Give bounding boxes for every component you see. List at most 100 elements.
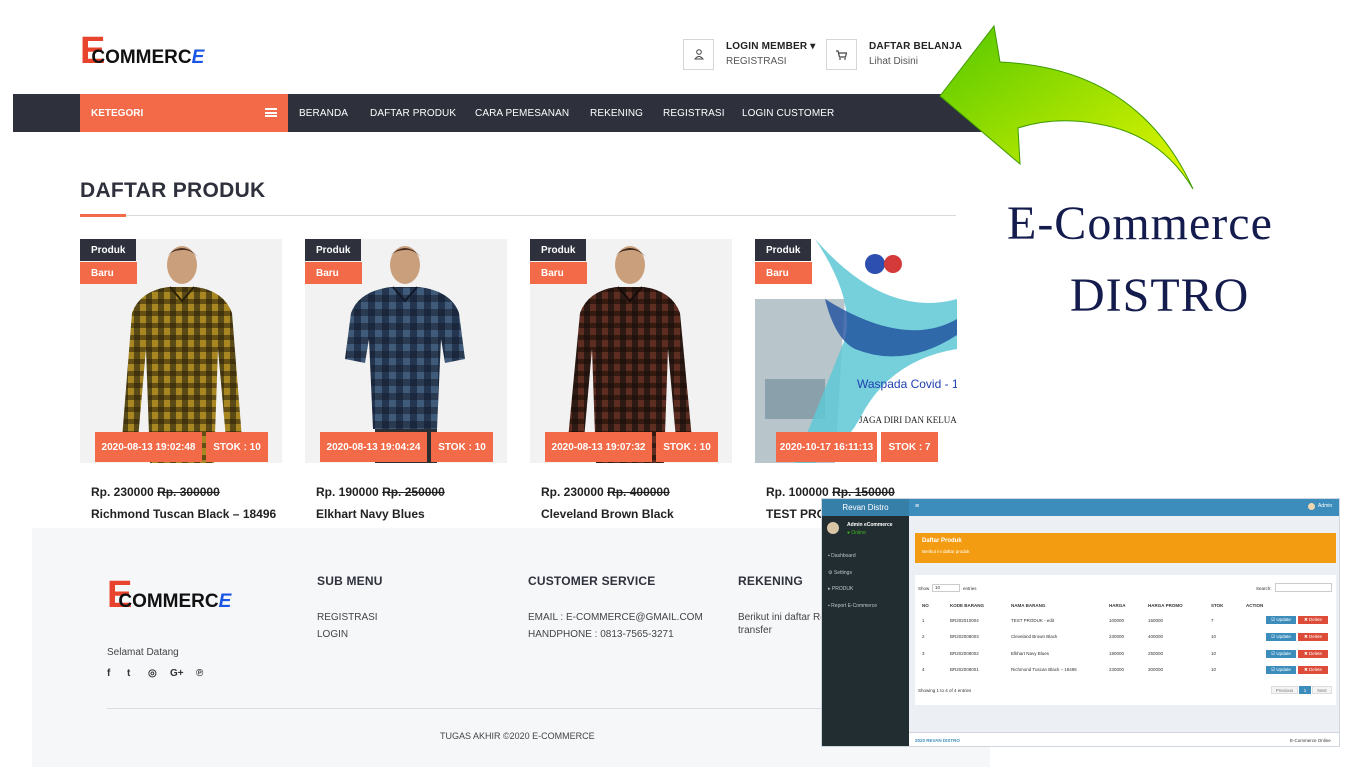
product-tag: Produk [755, 239, 812, 261]
delete-button[interactable]: ✖ Delete [1298, 633, 1328, 641]
product-name[interactable]: Cleveland Brown Black [541, 507, 674, 521]
update-button[interactable]: ☑ Update [1266, 650, 1296, 658]
row-kode: BR202008002 [950, 651, 979, 656]
customer-service-title: CUSTOMER SERVICE [528, 574, 656, 588]
delete-button[interactable]: ✖ Delete [1298, 616, 1328, 624]
row-promo: 250000 [1148, 651, 1164, 656]
col-harga[interactable]: HARGA [1109, 603, 1126, 608]
title-divider [80, 215, 956, 216]
col-nama[interactable]: NAMA BARANG [1011, 603, 1045, 608]
product-card[interactable]: Produk Baru 2020-08-13 19:04:24 STOK : 1… [305, 239, 507, 463]
shop-page: ECOMMERCE LOGIN MEMBER ▾ REGISTRASI DAFT… [13, 24, 990, 528]
product-name[interactable]: TEST PRODUK - edit [766, 507, 826, 521]
sub-menu-title: SUB MENU [317, 574, 383, 588]
prev-page-button[interactable]: Previous [1271, 686, 1298, 694]
row-promo: 300000 [1148, 667, 1164, 672]
twitter-icon[interactable]: t [127, 668, 130, 679]
admin-sidebar [822, 516, 909, 746]
product-price: Rp. 230000 Rp. 400000 [541, 485, 670, 499]
footer-login-link[interactable]: LOGIN [317, 629, 348, 640]
footer-logo[interactable]: ECOMMERCE [107, 576, 243, 614]
login-member-dropdown[interactable]: LOGIN MEMBER ▾ [726, 41, 816, 52]
update-button[interactable]: ☑ Update [1266, 616, 1296, 624]
row-nama: Elkhart Navy Blues [1011, 651, 1050, 656]
cart-view-link[interactable]: Lihat Disini [869, 56, 918, 67]
old-price: Rp. 400000 [607, 485, 670, 499]
row-kode: BR202008001 [950, 667, 979, 672]
nav-registrasi[interactable]: REGISTRASI [663, 94, 725, 132]
product-date: 2020-10-17 16:11:13 [776, 432, 877, 462]
nav-login-customer[interactable]: LOGIN CUSTOMER [742, 94, 834, 132]
new-badge: Baru [80, 262, 137, 284]
poster-subtext: JAGA DIRI DAN KELUARGA [859, 415, 957, 425]
col-harga-promo[interactable]: HARGA PROMO [1148, 603, 1183, 608]
admin-menu-toggle-icon[interactable]: ≡ [915, 503, 919, 510]
row-no: 2 [922, 634, 925, 639]
logo-letter-e-blue: E [191, 47, 205, 68]
screen: ECOMMERCE LOGIN MEMBER ▾ REGISTRASI DAFT… [0, 0, 1366, 767]
page-1-button[interactable]: 1 [1299, 686, 1311, 694]
row-harga: 190000 [1109, 651, 1125, 656]
admin-box-title: Daftar Produk [922, 538, 962, 544]
sidebar-item-settings[interactable]: ⚙ Settings [828, 570, 852, 576]
product-card[interactable]: Waspada Covid - 19 JAGA DIRI DAN KELUARG… [755, 239, 957, 463]
sidebar-item-produk[interactable]: ▸ PRODUK [828, 586, 853, 592]
admin-user-name[interactable]: Admin [1318, 503, 1332, 509]
title-accent [80, 214, 126, 217]
sidebar-item-dashboard[interactable]: ▪ Dashboard [828, 553, 856, 559]
product-date: 2020-08-13 19:02:48 [95, 432, 202, 462]
sidebar-user: Admin eCommerce [847, 522, 893, 528]
row-no: 4 [922, 667, 925, 672]
google-plus-icon[interactable]: G+ [170, 668, 184, 679]
row-nama: TEST PRODUK - edit [1011, 618, 1055, 623]
nav-daftar-produk[interactable]: DAFTAR PRODUK [370, 94, 456, 132]
admin-header-box [915, 533, 1336, 563]
update-button[interactable]: ☑ Update [1266, 666, 1296, 674]
category-label: KETEGORI [91, 107, 144, 119]
green-arrow-graphic [939, 24, 1194, 190]
next-page-button[interactable]: Next [1312, 686, 1332, 694]
entries-select[interactable]: 10 [932, 584, 960, 592]
col-kode[interactable]: KODE BARANG [950, 603, 984, 608]
pinterest-icon[interactable]: ℗ [196, 668, 203, 679]
admin-footer-left: 2020 REVAN DISTRO [915, 738, 960, 743]
col-no[interactable]: NO [922, 603, 929, 608]
nav-cara-pemesanan[interactable]: CARA PEMESANAN [475, 94, 569, 132]
product-name[interactable]: Richmond Tuscan Black – 18496 [91, 507, 276, 521]
cs-phone: HANDPHONE : 0813-7565-3271 [528, 629, 674, 640]
nav-beranda[interactable]: BERANDA [299, 94, 348, 132]
search-input[interactable] [1275, 583, 1332, 592]
new-badge: Baru [530, 262, 587, 284]
col-stok[interactable]: STOK [1211, 603, 1223, 608]
rekening-text: Berikut ini daftar Re [738, 612, 826, 623]
product-stock: STOK : 10 [431, 432, 493, 462]
logo-text: COMMERC [91, 47, 192, 68]
sidebar-avatar [827, 522, 839, 534]
user-icon[interactable] [683, 39, 714, 70]
sidebar-status: ● Online [847, 530, 866, 536]
footer-registrasi-link[interactable]: REGISTRASI [317, 612, 378, 623]
facebook-icon[interactable]: f [107, 668, 110, 679]
new-badge: Baru [305, 262, 362, 284]
row-promo: 150000 [1148, 618, 1164, 623]
row-harga: 230000 [1109, 634, 1125, 639]
product-card[interactable]: Produk Baru 2020-08-13 19:02:48 STOK : 1… [80, 239, 282, 463]
sidebar-item-report[interactable]: ▪ Report E-Commerce [828, 603, 877, 609]
old-price: Rp. 150000 [832, 485, 895, 499]
welcome-text: Selamat Datang [107, 647, 179, 658]
update-button[interactable]: ☑ Update [1266, 633, 1296, 641]
cart-icon[interactable] [826, 39, 857, 70]
admin-avatar [1308, 503, 1315, 510]
row-stok: 10 [1211, 651, 1217, 656]
poster-text: Waspada Covid - 19 [857, 377, 957, 391]
delete-button[interactable]: ✖ Delete [1298, 650, 1328, 658]
category-menu-button[interactable]: KETEGORI [80, 94, 288, 132]
delete-button[interactable]: ✖ Delete [1298, 666, 1328, 674]
admin-brand[interactable]: Revan Distro [822, 499, 909, 516]
site-logo[interactable]: ECOMMERCE [80, 32, 216, 70]
instagram-icon[interactable]: ◎ [148, 668, 157, 679]
registrasi-link[interactable]: REGISTRASI [726, 56, 787, 67]
product-name[interactable]: Elkhart Navy Blues [316, 507, 425, 521]
nav-rekening[interactable]: REKENING [590, 94, 643, 132]
product-card[interactable]: Produk Baru 2020-08-13 19:07:32 STOK : 1… [530, 239, 732, 463]
